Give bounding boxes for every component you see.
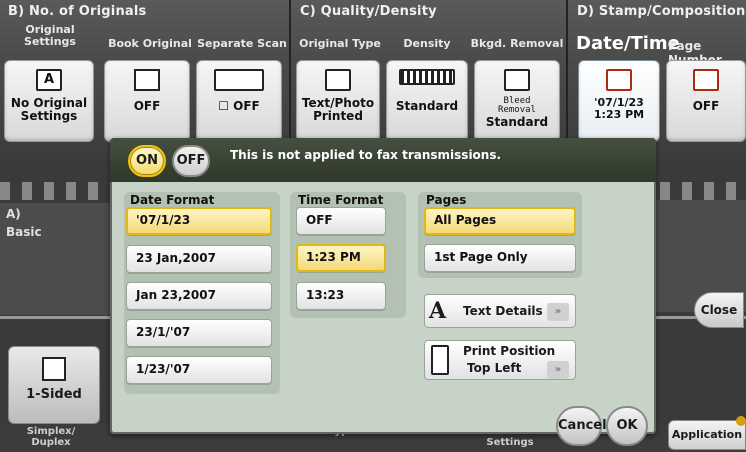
print-position-value: Top Left [467, 361, 522, 375]
tile-label: No Original Settings [10, 96, 88, 123]
cancel-button[interactable]: Cancel [556, 406, 607, 446]
print-position-button[interactable]: Print Position Top Left » [424, 340, 576, 380]
tile-label: ☐ OFF [218, 99, 260, 113]
page-position-icon [431, 345, 449, 375]
time-format-option[interactable]: 1:23 PM [296, 244, 386, 272]
book-original-tile[interactable]: OFF [104, 60, 190, 142]
density-tile[interactable]: Standard [386, 60, 468, 142]
date-format-option[interactable]: Jan 23,2007 [126, 282, 272, 310]
status-dot-icon [736, 416, 746, 426]
text-details-button[interactable]: A Text Details » [424, 294, 576, 328]
application-button[interactable]: Application [668, 420, 746, 450]
time-format-title: Time Format [298, 193, 384, 207]
date-time-tile[interactable]: '07/1/23 1:23 PM [578, 60, 660, 142]
section-header-quality: C) Quality/Density [300, 4, 437, 19]
time-format-option[interactable]: 13:23 [296, 282, 386, 310]
book-icon [134, 69, 160, 91]
original-a-icon: A [36, 69, 62, 91]
tile-label: Standard [395, 99, 459, 113]
date-format-option[interactable]: 1/23/'07 [126, 356, 272, 384]
tile-label: Standard [485, 115, 549, 129]
date-format-option[interactable]: '07/1/23 [126, 207, 272, 235]
density-scale-icon [399, 69, 455, 85]
date-format-option[interactable]: 23/1/'07 [126, 319, 272, 347]
section-header-stamp: D) Stamp/Composition [577, 4, 746, 19]
print-position-label: Print Position [463, 344, 556, 358]
simplex-page-icon [42, 357, 66, 381]
chevron-right-icon: » [547, 361, 569, 379]
page-number-icon [693, 69, 719, 91]
tab-simplex-duplex[interactable]: Simplex/ Duplex [6, 426, 96, 448]
tile-label: OFF [133, 99, 161, 113]
pages-option[interactable]: All Pages [424, 207, 576, 235]
column-label-original-type: Original Type [299, 37, 381, 50]
text-photo-icon [325, 69, 351, 91]
pages-title: Pages [426, 193, 467, 207]
tile-sublabel: Bleed Removal [498, 96, 536, 115]
text-details-label: Text Details [463, 304, 543, 318]
column-label-original-settings: Original Settings [24, 23, 76, 48]
column-label-book-original: Book Original [108, 37, 192, 50]
tile-label: 1-Sided [26, 387, 82, 402]
chevron-right-icon: » [547, 303, 569, 321]
no-original-settings-tile[interactable]: A No Original Settings [4, 60, 94, 142]
bkgd-removal-tile[interactable]: Bleed Removal Standard [474, 60, 560, 142]
separate-scan-tile[interactable]: ☐ OFF [196, 60, 282, 142]
date-stamp-icon [606, 69, 632, 91]
bkgd-removal-icon [504, 69, 530, 91]
basic-panel: A) Basic [0, 203, 112, 315]
fax-warning-message: This is not applied to fax transmissions… [230, 148, 502, 162]
simplex-duplex-tile[interactable]: 1-Sided [8, 346, 100, 424]
tile-label: Text/Photo Printed [301, 96, 375, 123]
basic-label: Basic [6, 225, 42, 239]
page-number-tile[interactable]: OFF [666, 60, 746, 142]
separate-scan-icon [214, 69, 264, 91]
section-divider [566, 0, 568, 150]
original-type-tile[interactable]: Text/Photo Printed [296, 60, 380, 142]
ok-button[interactable]: OK [606, 406, 648, 446]
tile-label: OFF [692, 99, 720, 113]
on-toggle[interactable]: ON [128, 145, 166, 177]
pages-option[interactable]: 1st Page Only [424, 244, 576, 272]
column-label-density: Density [403, 37, 451, 50]
tile-label: '07/1/23 1:23 PM [593, 96, 645, 121]
section-header-originals: B) No. of Originals [8, 4, 147, 19]
section-label-a: A) [6, 207, 21, 221]
section-divider [289, 0, 291, 150]
tab-date-time[interactable]: Date/Time [576, 33, 680, 54]
column-label-bkgd-removal: Bkgd. Removal [470, 37, 564, 50]
off-toggle[interactable]: OFF [172, 145, 210, 177]
date-format-option[interactable]: 23 Jan,2007 [126, 245, 272, 273]
column-label-separate-scan: Separate Scan [197, 37, 287, 50]
close-button[interactable]: Close [694, 292, 744, 328]
checkbox-icon: ☐ [218, 99, 234, 113]
time-format-option[interactable]: OFF [296, 207, 386, 235]
date-format-title: Date Format [130, 193, 215, 207]
text-a-icon: A [429, 298, 447, 324]
